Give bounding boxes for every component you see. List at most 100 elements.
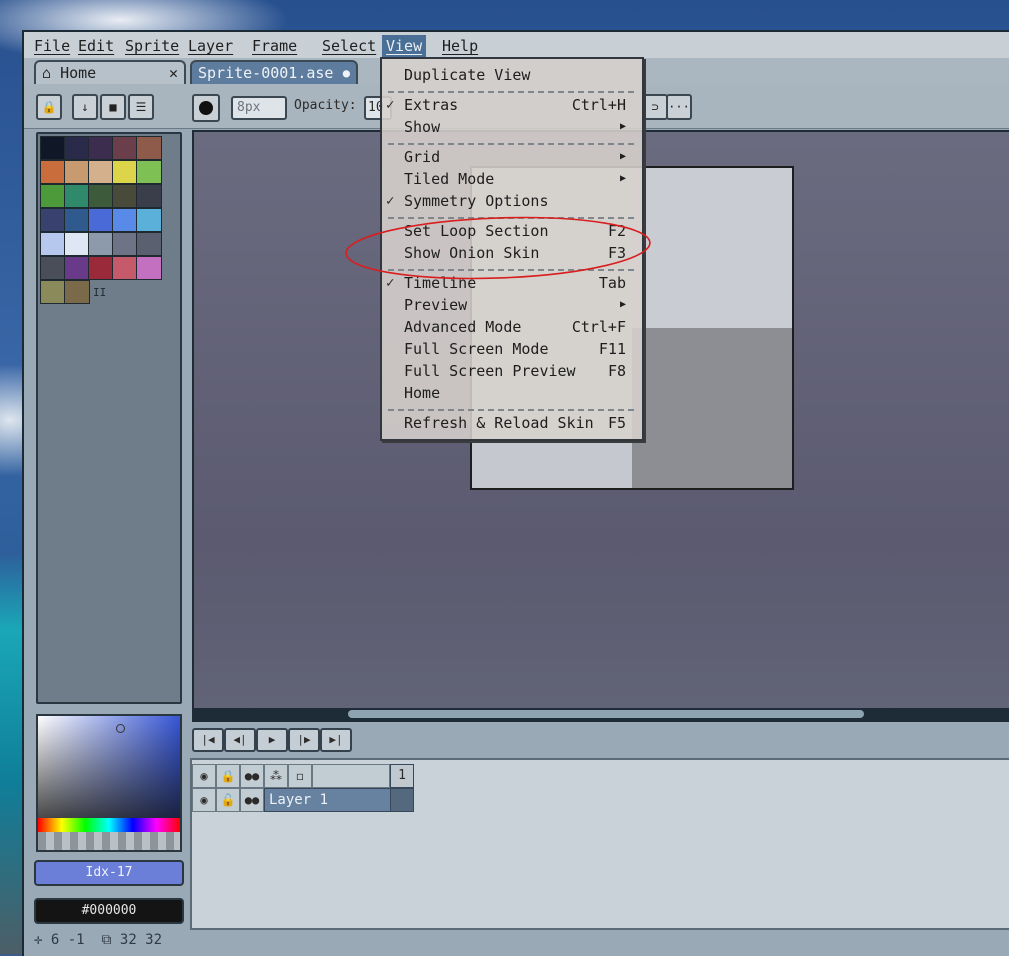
menu-lines-icon[interactable]: ☰ xyxy=(128,94,154,120)
continuous-icon[interactable]: ●● xyxy=(240,764,264,788)
menu-edit[interactable]: Edit xyxy=(74,35,118,57)
menu-bar: File Edit Sprite Layer Frame Select View… xyxy=(24,32,1009,59)
opacity-label: Opacity: xyxy=(294,98,357,113)
menu-item-duplicate-view[interactable]: Duplicate View xyxy=(404,65,626,85)
menu-frame[interactable]: Frame xyxy=(248,35,301,57)
alpha-slider[interactable] xyxy=(38,832,180,850)
menu-view[interactable]: View xyxy=(382,35,427,57)
close-icon[interactable]: ✕ xyxy=(169,62,178,84)
palette-swatch[interactable] xyxy=(136,208,162,232)
frame-number[interactable]: 1 xyxy=(390,764,414,788)
menu-separator xyxy=(388,269,634,271)
menu-item-symmetry-options[interactable]: ✓ Symmetry Options xyxy=(386,191,626,211)
submenu-arrow-icon: ▶ xyxy=(619,299,626,310)
onion-skin-icon[interactable]: ◻ xyxy=(288,764,312,788)
menu-item-full-screen-mode[interactable]: Full Screen Mode F11 xyxy=(404,339,626,359)
palette-swatch[interactable] xyxy=(40,208,66,232)
view-menu-dropdown: Duplicate View ✓ Extras Ctrl+H Show ▶ Grid ▶… xyxy=(380,57,644,441)
palette-swatch[interactable] xyxy=(64,184,90,208)
menu-item-show[interactable]: Show ▶ xyxy=(404,117,626,137)
palette-swatch[interactable] xyxy=(40,160,66,184)
palette-swatch[interactable] xyxy=(40,280,66,304)
palette-swatch[interactable] xyxy=(64,160,90,184)
layer-visible-eye-icon[interactable]: ◉ xyxy=(192,788,216,812)
layer-lock-icon[interactable]: 🔓 xyxy=(216,788,240,812)
tab-home-label: Home xyxy=(60,64,97,82)
layers-icon[interactable]: ⁂ xyxy=(264,764,288,788)
lock-icon[interactable]: 🔒 xyxy=(36,94,62,120)
menu-item-preview[interactable]: Preview ▶ xyxy=(404,295,626,315)
menu-select[interactable]: Select xyxy=(318,35,380,57)
palette-resize-handle[interactable]: II xyxy=(93,286,106,299)
menu-separator xyxy=(388,409,634,411)
palette-swatch[interactable] xyxy=(112,160,138,184)
menu-file[interactable]: File xyxy=(30,35,74,57)
check-icon: ✓ xyxy=(386,193,395,209)
palette-swatch[interactable] xyxy=(40,256,66,280)
palette-swatch[interactable] xyxy=(112,136,138,160)
arrow-down-icon[interactable]: ↓ xyxy=(72,94,98,120)
palette-swatch[interactable] xyxy=(88,136,114,160)
first-frame-icon[interactable]: |◀ xyxy=(192,728,224,752)
palette-swatch[interactable] xyxy=(136,232,162,256)
menu-item-timeline[interactable]: ✓ Timeline Tab xyxy=(386,273,626,293)
next-frame-icon[interactable]: |▶ xyxy=(288,728,320,752)
palette-swatch[interactable] xyxy=(136,136,162,160)
menu-item-grid[interactable]: Grid ▶ xyxy=(404,147,626,167)
play-icon[interactable]: ▶ xyxy=(256,728,288,752)
palette-swatch[interactable] xyxy=(88,256,114,280)
tab-home[interactable]: ⌂ Home ✕ xyxy=(34,60,186,84)
palette-swatch[interactable] xyxy=(112,232,138,256)
palette-swatch[interactable] xyxy=(112,208,138,232)
menu-item-extras[interactable]: ✓ Extras Ctrl+H xyxy=(386,95,626,115)
menu-item-show-onion-skin[interactable]: Show Onion Skin F3 xyxy=(404,243,626,263)
menu-item-home[interactable]: Home xyxy=(404,383,626,403)
menu-item-full-screen-preview[interactable]: Full Screen Preview F8 xyxy=(404,361,626,381)
palette-swatch[interactable] xyxy=(40,184,66,208)
padlock-icon[interactable]: 🔒 xyxy=(216,764,240,788)
palette-swatch[interactable] xyxy=(88,160,114,184)
palette-swatch[interactable] xyxy=(40,136,66,160)
palette-swatch[interactable] xyxy=(64,136,90,160)
horizontal-scrollbar[interactable] xyxy=(194,708,1009,720)
palette-swatch[interactable] xyxy=(136,160,162,184)
brush-size-field[interactable]: 8px xyxy=(231,96,287,120)
menu-help[interactable]: Help xyxy=(438,35,482,57)
menu-sprite[interactable]: Sprite xyxy=(121,35,183,57)
menu-layer[interactable]: Layer xyxy=(184,35,237,57)
palette-swatch[interactable] xyxy=(88,208,114,232)
foreground-color-button[interactable]: Idx-17 xyxy=(34,860,184,886)
more-options-button[interactable]: ··· xyxy=(666,94,692,120)
cel[interactable] xyxy=(390,788,414,812)
tab-sprite[interactable]: Sprite-0001.ase ● xyxy=(190,60,358,84)
palette-swatch[interactable] xyxy=(64,208,90,232)
palette-swatch[interactable] xyxy=(64,280,90,304)
palette-swatch[interactable] xyxy=(136,256,162,280)
menu-item-refresh-reload-skin[interactable]: Refresh & Reload Skin F5 xyxy=(404,413,626,433)
eye-icon[interactable]: ◉ xyxy=(192,764,216,788)
color-spectrum[interactable] xyxy=(36,714,182,852)
square-icon[interactable]: ■ xyxy=(100,94,126,120)
scrollbar-thumb[interactable] xyxy=(348,710,864,718)
cursor-position: 6 -1 xyxy=(50,932,85,948)
palette-swatch[interactable] xyxy=(64,232,90,256)
menu-item-advanced-mode[interactable]: Advanced Mode Ctrl+F xyxy=(404,317,626,337)
link-icon[interactable]: ⊃ xyxy=(642,94,668,120)
menu-separator xyxy=(388,217,634,219)
palette-swatch[interactable] xyxy=(40,232,66,256)
background-color-button[interactable]: #000000 xyxy=(34,898,184,924)
palette-swatch[interactable] xyxy=(88,232,114,256)
previous-frame-icon[interactable]: ◀| xyxy=(224,728,256,752)
brush-type-button[interactable] xyxy=(192,94,220,122)
layer-continuous-icon[interactable]: ●● xyxy=(240,788,264,812)
palette-swatch[interactable] xyxy=(64,256,90,280)
layer-name[interactable]: Layer 1 xyxy=(264,788,394,812)
last-frame-icon[interactable]: ▶| xyxy=(320,728,352,752)
palette-swatch[interactable] xyxy=(112,184,138,208)
hue-slider[interactable] xyxy=(38,818,180,832)
palette-swatch[interactable] xyxy=(88,184,114,208)
menu-item-tiled-mode[interactable]: Tiled Mode ▶ xyxy=(404,169,626,189)
palette-swatch[interactable] xyxy=(112,256,138,280)
palette-swatch[interactable] xyxy=(136,184,162,208)
menu-item-set-loop-section[interactable]: Set Loop Section F2 xyxy=(404,221,626,241)
